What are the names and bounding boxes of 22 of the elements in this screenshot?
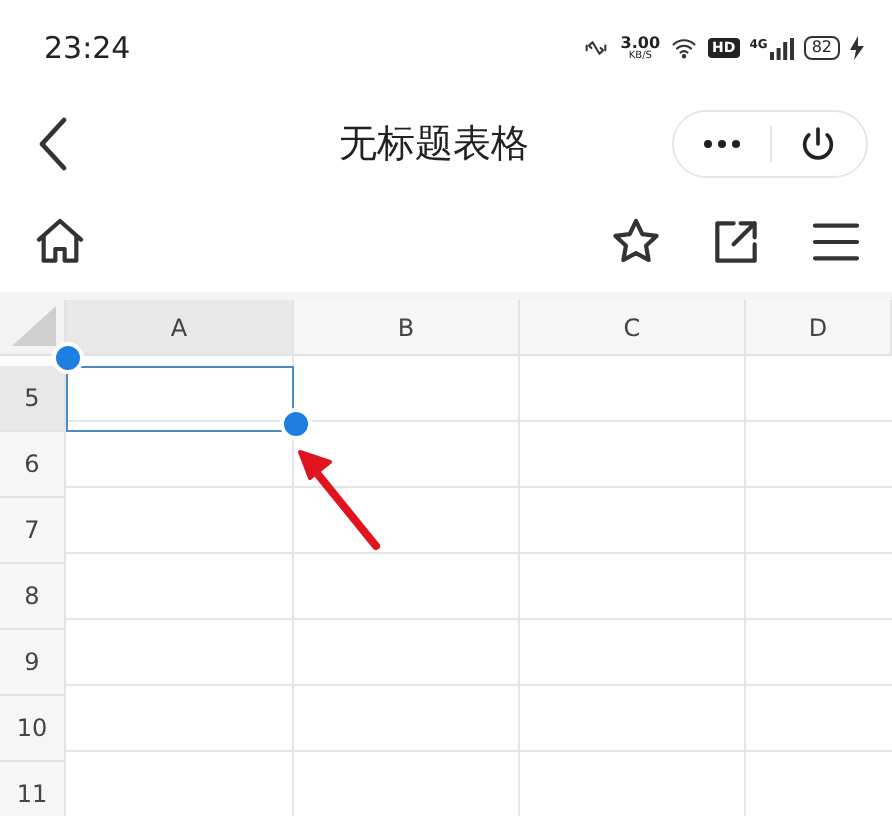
column-header[interactable]: B: [294, 300, 520, 356]
column-header[interactable]: C: [520, 300, 746, 356]
charging-icon: [850, 36, 864, 60]
row-header[interactable]: 9: [0, 630, 66, 696]
window-title: 无标题表格: [337, 120, 531, 170]
network-speed: 3.00: [620, 35, 661, 51]
more-icon: [703, 140, 740, 148]
column-header[interactable]: D: [746, 300, 892, 356]
corner-triangle-icon: [12, 306, 56, 346]
row-header[interactable]: 6: [0, 432, 66, 498]
clock-time: 23:24: [44, 30, 133, 66]
row-header[interactable]: 7: [0, 498, 66, 564]
power-icon: [798, 124, 839, 164]
signal-icon: [769, 37, 794, 59]
battery-level: 82: [803, 36, 840, 60]
row-header[interactable]: 8: [0, 564, 66, 630]
wifi-icon: [670, 34, 699, 62]
column-header[interactable]: A: [66, 300, 294, 356]
row-header[interactable]: 5: [0, 366, 66, 432]
selection-handle[interactable]: [280, 408, 312, 440]
row-header[interactable]: 10: [0, 696, 66, 762]
row-header[interactable]: 11: [0, 762, 66, 816]
